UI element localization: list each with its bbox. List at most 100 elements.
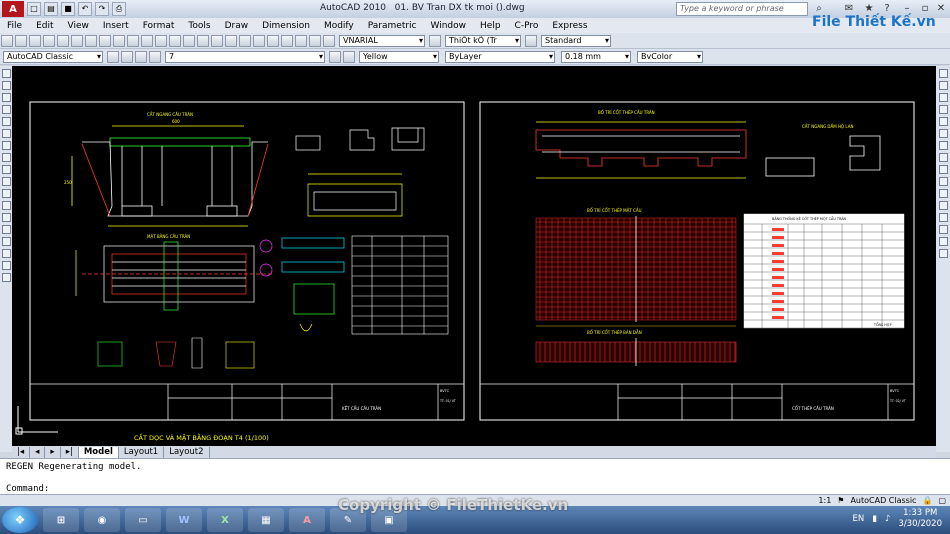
make-block-icon[interactable] [1, 201, 11, 210]
zoom-window-icon[interactable] [197, 34, 209, 47]
zoom-previous-icon[interactable] [211, 34, 223, 47]
open-file-icon[interactable]: ▤ [44, 2, 58, 16]
command-window[interactable]: REGEN Regenerating model. Command: [0, 458, 950, 494]
menu-item[interactable]: Format [136, 21, 182, 31]
break-icon[interactable] [938, 201, 948, 210]
insert-block-icon[interactable] [1, 189, 11, 198]
arc-icon[interactable] [1, 129, 11, 138]
taskbar-app-chrome[interactable]: ◉ [84, 508, 120, 532]
language-indicator[interactable]: EN [853, 514, 865, 524]
tab-layout1[interactable]: Layout1 [119, 446, 165, 458]
spline-icon[interactable] [1, 165, 11, 174]
taskbar-app-network[interactable]: ⊞ [43, 508, 79, 532]
menu-item[interactable]: Tools [181, 21, 217, 31]
lock-icon[interactable]: 🔒 [922, 496, 932, 505]
menu-item[interactable]: Draw [218, 21, 256, 31]
calculator-icon[interactable] [295, 34, 307, 47]
table-style-icon[interactable] [525, 34, 537, 47]
tab-scroll-prev-icon[interactable]: ◂ [30, 446, 46, 458]
chamfer-icon[interactable] [938, 225, 948, 234]
drawing-canvas[interactable]: CẮT NGANG CẦU TRÀN 600 250 MẶT BẰNG CẦU … [12, 66, 936, 452]
menu-item[interactable]: Express [545, 21, 594, 31]
dim-style-dropdown[interactable]: ThiÕt kÕ (Tr [445, 34, 521, 47]
text-style-icon[interactable] [323, 34, 335, 47]
layer-state-icon[interactable] [135, 50, 147, 63]
table-style-dropdown[interactable]: Standard [541, 34, 611, 47]
layer-previous-icon[interactable] [343, 50, 355, 63]
polyline-icon[interactable] [1, 93, 11, 102]
fillet-icon[interactable] [938, 237, 948, 246]
extend-icon[interactable] [938, 189, 948, 198]
copy-icon[interactable] [99, 34, 111, 47]
save-icon[interactable]: ■ [61, 2, 75, 16]
tab-model[interactable]: Model [78, 446, 119, 458]
move-icon[interactable] [938, 129, 948, 138]
ellipse-icon[interactable] [1, 177, 11, 186]
new-icon[interactable] [1, 34, 13, 47]
undo-icon[interactable] [141, 34, 153, 47]
pan-icon[interactable] [169, 34, 181, 47]
dim-style-icon[interactable] [429, 34, 441, 47]
mirror-icon[interactable] [938, 93, 948, 102]
point-icon[interactable] [1, 213, 11, 222]
layer-dropdown[interactable]: 7 [165, 50, 325, 63]
line-icon[interactable] [1, 69, 11, 78]
match-properties-icon[interactable] [127, 34, 139, 47]
lineweight-dropdown[interactable]: 0.18 mm [561, 50, 631, 63]
annotation-scale[interactable]: 1:1 [818, 496, 831, 505]
taskbar-app-autocad[interactable]: A [289, 508, 325, 532]
workspace-dropdown[interactable]: AutoCAD Classic [3, 50, 103, 63]
paste-icon[interactable] [113, 34, 125, 47]
join-icon[interactable] [938, 213, 948, 222]
start-button[interactable]: ❖ [2, 507, 38, 533]
taskbar-app-explorer[interactable]: ▭ [125, 508, 161, 532]
mtext-icon[interactable] [1, 273, 11, 282]
volume-icon[interactable]: ♪ [885, 514, 890, 524]
text-style-dropdown[interactable]: VNARIAL [339, 34, 425, 47]
array-icon[interactable] [938, 117, 948, 126]
menu-item[interactable]: Edit [29, 21, 60, 31]
help-icon[interactable] [309, 34, 321, 47]
menu-item[interactable]: Help [473, 21, 508, 31]
redo-icon[interactable] [155, 34, 167, 47]
menu-item[interactable]: Modify [317, 21, 361, 31]
linetype-dropdown[interactable]: ByLayer [445, 50, 555, 63]
open-icon[interactable] [15, 34, 27, 47]
autocad-logo-icon[interactable]: A [2, 1, 24, 17]
cut-icon[interactable] [85, 34, 97, 47]
tool-palettes-icon[interactable] [253, 34, 265, 47]
menu-item[interactable]: Insert [96, 21, 136, 31]
stretch-icon[interactable] [938, 165, 948, 174]
gradient-icon[interactable] [1, 237, 11, 246]
plot-icon[interactable]: ⎙ [112, 2, 126, 16]
erase-icon[interactable] [938, 69, 948, 78]
redo-icon[interactable]: ↷ [95, 2, 109, 16]
taskbar-app-viewer[interactable]: ▣ [371, 508, 407, 532]
print-icon[interactable] [43, 34, 55, 47]
annotation-visibility-icon[interactable]: ⚑ [837, 496, 844, 505]
sheet-set-icon[interactable] [267, 34, 279, 47]
clock[interactable]: 1:33 PM 3/30/2020 [898, 508, 942, 530]
tab-scroll-first-icon[interactable]: |◂ [12, 446, 31, 458]
tab-layout2[interactable]: Layout2 [164, 446, 210, 458]
tab-scroll-last-icon[interactable]: ▸| [61, 446, 79, 458]
help-search-input[interactable]: Type a keyword or phrase [676, 2, 808, 16]
menu-item[interactable]: File [0, 21, 29, 31]
rectangle-icon[interactable] [1, 117, 11, 126]
publish-icon[interactable] [71, 34, 83, 47]
close-icon[interactable]: ✕ [934, 2, 948, 16]
rotate-icon[interactable] [938, 141, 948, 150]
new-file-icon[interactable]: □ [27, 2, 41, 16]
construction-line-icon[interactable] [1, 81, 11, 90]
menu-item[interactable]: Dimension [255, 21, 317, 31]
taskbar-app-paint[interactable]: ✎ [330, 508, 366, 532]
trim-icon[interactable] [938, 177, 948, 186]
polygon-icon[interactable] [1, 105, 11, 114]
zoom-realtime-icon[interactable] [183, 34, 195, 47]
circle-icon[interactable] [1, 141, 11, 150]
save-icon[interactable] [29, 34, 41, 47]
design-center-icon[interactable] [239, 34, 251, 47]
scale-icon[interactable] [938, 153, 948, 162]
workspace-switch[interactable]: AutoCAD Classic [850, 496, 916, 505]
table-icon[interactable] [1, 261, 11, 270]
